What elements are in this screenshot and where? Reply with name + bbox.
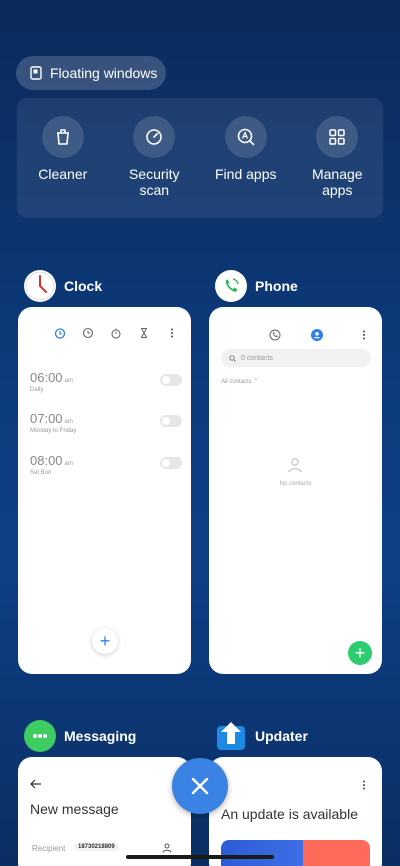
alarm-toggle[interactable]	[160, 374, 182, 386]
search-icon	[229, 354, 236, 362]
add-contact-button[interactable]: +	[348, 641, 372, 665]
grid-icon	[329, 129, 345, 145]
contacts-search-input[interactable]: 0 contacts	[221, 349, 371, 367]
cleaner-button[interactable]: Cleaner	[18, 116, 108, 218]
cleaner-label: Cleaner	[38, 166, 88, 182]
person-icon	[288, 458, 302, 473]
clock-tabs	[54, 327, 178, 339]
clock-app-icon	[24, 270, 56, 302]
alarm-ampm: am	[64, 419, 73, 425]
clock-app-name: Clock	[64, 278, 103, 294]
alarm-ampm: am	[64, 461, 73, 467]
alarm-toggle[interactable]	[160, 457, 182, 469]
find-apps-button[interactable]: Find apps	[201, 116, 291, 218]
more-options-icon[interactable]	[166, 327, 178, 339]
alarm-repeat: Set Bon	[30, 470, 52, 476]
updater-app-name: Updater	[255, 728, 308, 744]
recents-tab-icon[interactable]	[269, 329, 281, 341]
alarm-time: 07:00	[30, 411, 63, 426]
alarm-tab-icon[interactable]	[54, 327, 66, 339]
contacts-tab-icon[interactable]	[311, 329, 323, 341]
trash-icon	[56, 129, 69, 145]
home-indicator[interactable]	[126, 855, 274, 859]
recipient-label: Recipient	[32, 844, 66, 853]
timer-tab-icon[interactable]	[138, 327, 150, 339]
find-apps-icon	[237, 128, 255, 146]
alarm-item[interactable]: 07:00 am Monday to Friday	[30, 411, 182, 441]
world-clock-tab-icon[interactable]	[82, 327, 94, 339]
security-scan-label: Security scan	[128, 166, 180, 198]
alarm-item[interactable]: 06:00 am Daily	[30, 370, 182, 400]
security-scan-button[interactable]: Security scan	[109, 116, 199, 218]
close-all-button[interactable]	[172, 758, 228, 814]
security-scan-icon	[146, 129, 163, 145]
phone-app-icon	[215, 270, 247, 302]
alarm-time: 06:00	[30, 370, 63, 385]
quick-actions-panel: Cleaner Security scan Find apps Manage a…	[17, 98, 383, 218]
manage-apps-label: Manage apps	[311, 166, 363, 198]
floating-windows-button[interactable]: Floating windows	[16, 56, 166, 90]
empty-state-text: No contacts	[279, 481, 312, 487]
close-icon	[191, 777, 209, 795]
update-banner-image	[221, 840, 370, 866]
more-options-icon[interactable]	[358, 329, 370, 341]
messaging-app-name: Messaging	[64, 728, 137, 744]
contacts-search-placeholder: 0 contacts	[241, 354, 273, 362]
new-message-title: New message	[30, 801, 119, 817]
floating-window-icon	[30, 66, 42, 80]
messaging-app-icon	[24, 720, 56, 752]
update-title: An update is available	[221, 806, 358, 822]
add-contact-icon[interactable]	[162, 843, 172, 853]
find-apps-label: Find apps	[215, 166, 277, 182]
clock-card[interactable]: 06:00 am Daily 07:00 am Monday to Friday 0…	[18, 307, 191, 674]
alarm-repeat: Daily	[30, 387, 44, 393]
alarm-repeat: Monday to Friday	[30, 428, 77, 434]
updater-app-icon	[215, 720, 247, 752]
alarm-item[interactable]: 08:00 am Set Bon	[30, 453, 182, 483]
messaging-app-header[interactable]: Messaging	[24, 720, 136, 752]
more-options-icon[interactable]	[358, 779, 370, 791]
contacts-filter-dropdown[interactable]: All contacts ⌃	[221, 378, 258, 385]
floating-windows-label: Floating windows	[50, 65, 158, 81]
messaging-card[interactable]: New message Recipient 18730218809	[18, 757, 191, 866]
alarm-ampm: am	[64, 378, 73, 384]
back-arrow-icon[interactable]	[30, 779, 42, 789]
chevron-updown-icon: ⌃	[253, 379, 259, 385]
phone-app-name: Phone	[255, 278, 298, 294]
contacts-filter-label: All contacts	[221, 379, 252, 385]
phone-app-header[interactable]: Phone	[215, 270, 298, 302]
add-alarm-button[interactable]: +	[92, 628, 118, 654]
alarm-time: 08:00	[30, 453, 63, 468]
updater-card[interactable]: An update is available	[209, 757, 382, 866]
alarm-toggle[interactable]	[160, 415, 182, 427]
manage-apps-button[interactable]: Manage apps	[292, 116, 382, 218]
phone-card[interactable]: 0 contacts All contacts ⌃ No contacts +	[209, 307, 382, 674]
updater-app-header[interactable]: Updater	[215, 720, 308, 752]
recipient-chip[interactable]: 18730218809	[74, 843, 119, 851]
stopwatch-tab-icon[interactable]	[110, 327, 122, 339]
clock-app-header[interactable]: Clock	[24, 270, 102, 302]
